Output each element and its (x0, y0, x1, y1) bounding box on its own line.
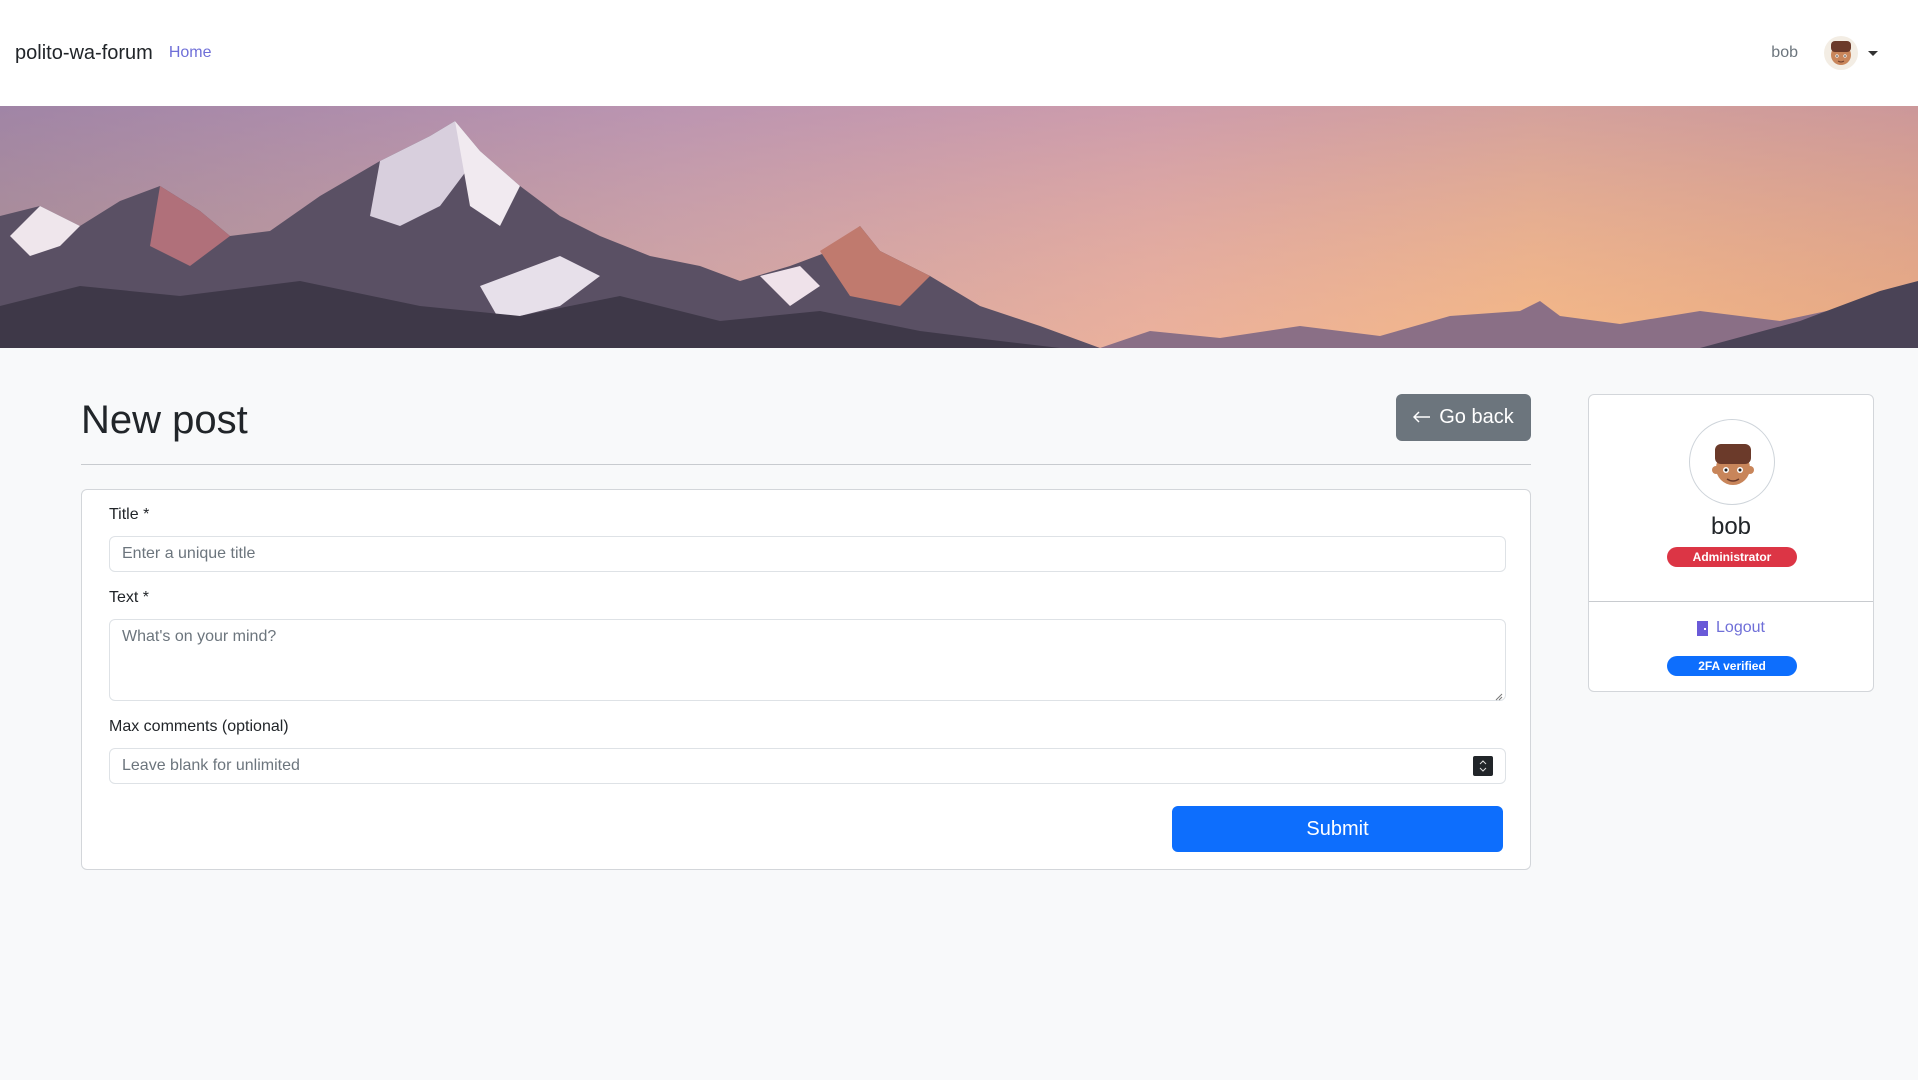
profile-name: bob (1710, 513, 1752, 540)
title-label: Title * (109, 506, 150, 523)
arrow-left-icon (1413, 406, 1431, 429)
profile-avatar (1689, 419, 1775, 505)
chevron-down-icon[interactable] (1868, 50, 1878, 56)
user-menu[interactable]: bob (1771, 36, 1878, 70)
submit-button[interactable]: Submit (1172, 806, 1503, 852)
text-label: Text * (109, 589, 150, 606)
logout-label: Logout (1716, 619, 1765, 636)
role-badge: Administrator (1667, 547, 1797, 567)
navbar: polito-wa-forum Home bob (0, 0, 1918, 106)
nav-home-link[interactable]: Home (169, 44, 212, 62)
resize-handle-icon[interactable] (1493, 688, 1503, 701)
logout-link[interactable]: Logout (1589, 619, 1873, 637)
number-spinner-icon[interactable] (1473, 756, 1493, 776)
main-content: New post Go back Title * Enter a unique … (81, 394, 1531, 870)
nav-username: bob (1771, 44, 1798, 61)
title-input[interactable]: Enter a unique title (109, 536, 1506, 572)
divider (81, 464, 1531, 465)
avatar-icon[interactable] (1824, 36, 1858, 70)
go-back-label: Go back (1439, 406, 1514, 428)
page-title: New post (81, 398, 248, 442)
hero-banner (0, 106, 1918, 348)
page-header: New post Go back (81, 394, 1531, 465)
max-comments-label: Max comments (optional) (109, 718, 289, 735)
brand[interactable]: polito-wa-forum (15, 42, 153, 65)
new-post-form: Title * Enter a unique title Text * What… (81, 489, 1531, 870)
profile-header: bob Administrator (1589, 395, 1873, 602)
door-icon (1697, 620, 1709, 636)
go-back-button[interactable]: Go back (1396, 394, 1531, 441)
text-textarea[interactable]: What's on your mind? (109, 619, 1506, 701)
title-placeholder: Enter a unique title (122, 545, 256, 562)
text-placeholder: What's on your mind? (122, 628, 277, 645)
twofa-badge: 2FA verified (1667, 656, 1797, 676)
max-comments-placeholder: Leave blank for unlimited (122, 757, 300, 774)
profile-card: bob Administrator Logout 2FA verified (1588, 394, 1874, 692)
max-comments-input[interactable]: Leave blank for unlimited (109, 748, 1506, 784)
